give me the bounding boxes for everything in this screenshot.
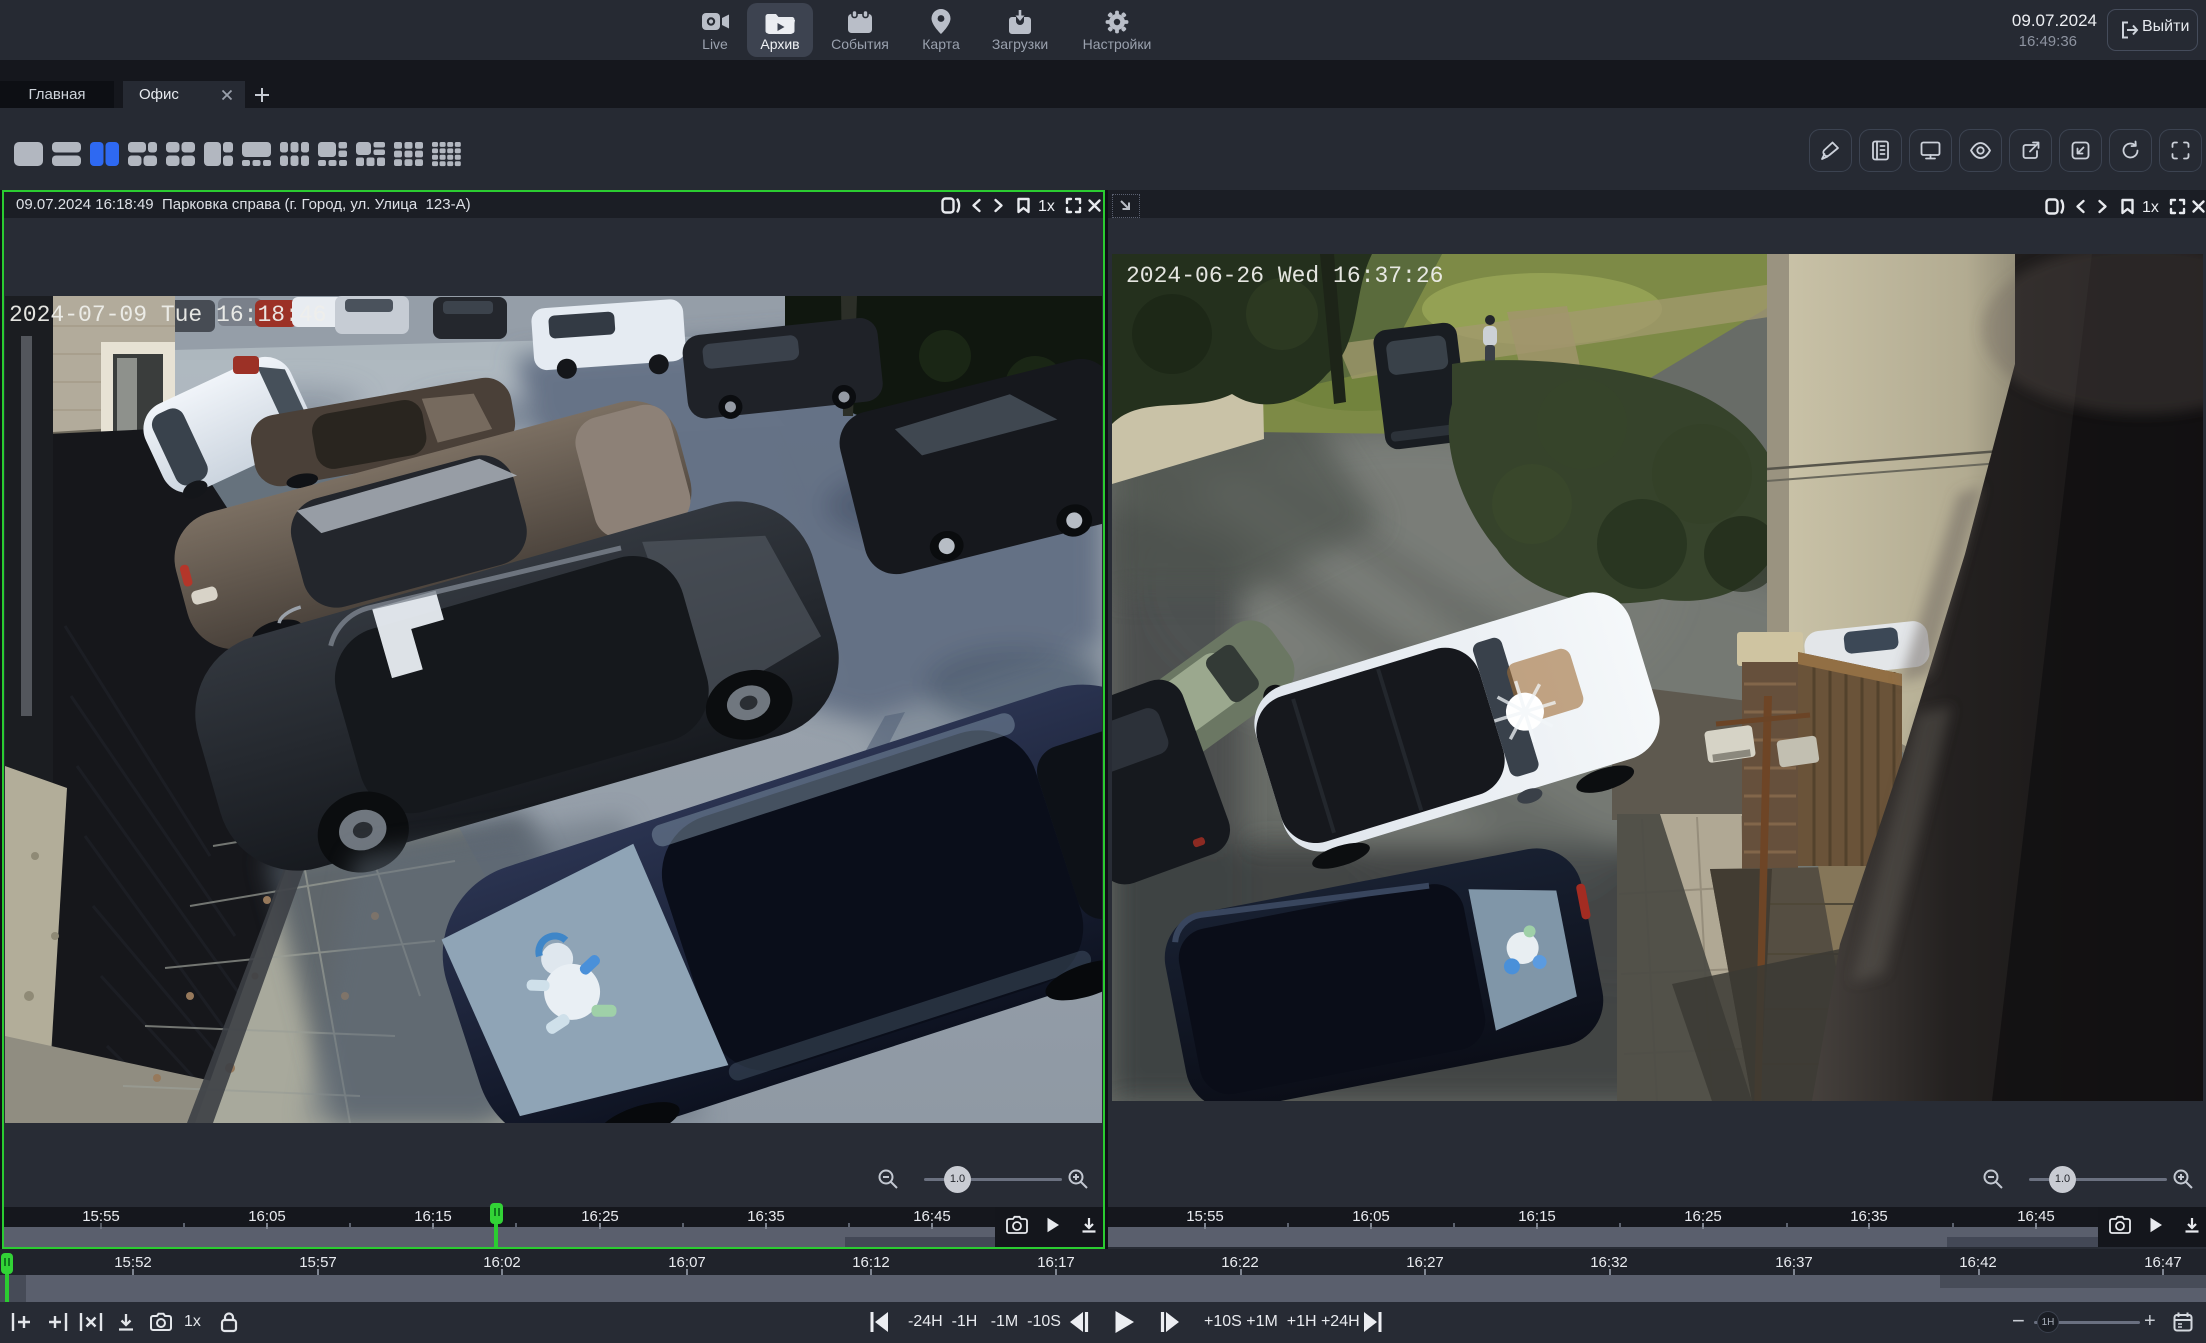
svg-text:2024-06-26 Wed 16:37:26: 2024-06-26 Wed 16:37:26 [1126, 263, 1443, 289]
svg-text:2024-07-09 Tue 16:18:46: 2024-07-09 Tue 16:18:46 [9, 302, 326, 328]
